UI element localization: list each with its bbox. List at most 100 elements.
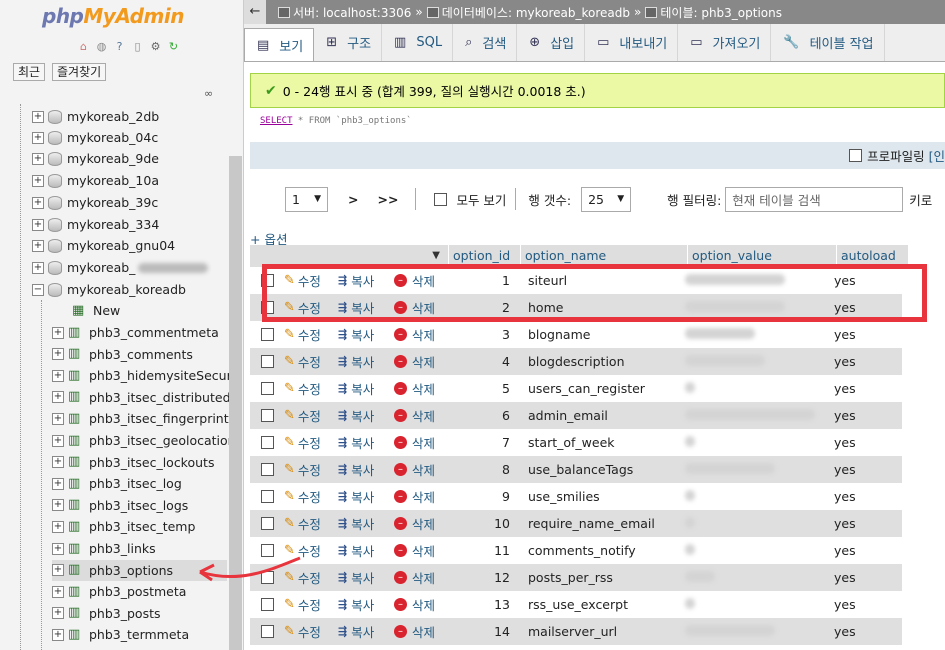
expand-icon[interactable]: +: [52, 326, 64, 339]
copy-link[interactable]: ⇶ 복사: [338, 325, 394, 344]
collapse-icon[interactable]: −: [32, 283, 44, 296]
delete-link[interactable]: – 삭제: [394, 352, 449, 371]
delete-link[interactable]: – 삭제: [394, 406, 449, 425]
cell-autoload[interactable]: yes: [830, 408, 902, 423]
tab-5[interactable]: ▭ 내보내기: [585, 24, 679, 61]
sql-keyword-link[interactable]: SELECT: [260, 116, 293, 126]
tree-database-0[interactable]: + mykoreab_2db: [32, 106, 159, 127]
next-page-button[interactable]: >: [348, 192, 358, 207]
tree-database-3[interactable]: + mykoreab_10a: [32, 170, 159, 191]
edit-link[interactable]: ✎ 수정: [284, 568, 338, 587]
row-checkbox[interactable]: [260, 328, 274, 341]
row-checkbox[interactable]: [260, 382, 274, 395]
row-checkbox[interactable]: [260, 625, 274, 638]
favorites-button[interactable]: 즐겨찾기: [52, 63, 107, 81]
logout-icon[interactable]: ◍: [94, 39, 109, 54]
cell-option-name[interactable]: use_balanceTags: [514, 462, 681, 477]
cell-option-value[interactable]: [681, 354, 830, 369]
expand-icon[interactable]: +: [52, 520, 64, 533]
edit-link[interactable]: ✎ 수정: [284, 541, 338, 560]
copy-link[interactable]: ⇶ 복사: [338, 622, 394, 641]
edit-link[interactable]: ✎ 수정: [284, 325, 338, 344]
row-checkbox[interactable]: [260, 463, 274, 476]
tree-database-7[interactable]: + mykoreab_: [32, 257, 209, 278]
cell-option-id[interactable]: 4: [449, 354, 514, 369]
expand-icon[interactable]: +: [52, 391, 64, 404]
docs-icon[interactable]: ▯: [130, 39, 145, 54]
back-arrow-icon[interactable]: ←: [244, 0, 266, 24]
expand-icon[interactable]: +: [52, 628, 64, 641]
cell-option-id[interactable]: 14: [449, 624, 514, 639]
page-select[interactable]: 1 ▼: [285, 186, 328, 212]
sidebar-scrollbar[interactable]: [229, 156, 242, 650]
tree-new-table[interactable]: ▦ New: [72, 300, 120, 321]
cell-option-name[interactable]: blogdescription: [514, 354, 681, 369]
expand-icon[interactable]: +: [52, 348, 64, 361]
tree-table-phb3_posts[interactable]: + ▥ phb3_posts: [52, 603, 161, 624]
cell-option-name[interactable]: comments_notify: [514, 543, 681, 558]
expand-icon[interactable]: +: [32, 239, 44, 252]
profiling-checkbox[interactable]: [849, 149, 863, 162]
expand-icon[interactable]: +: [52, 477, 64, 490]
expand-icon[interactable]: +: [32, 196, 44, 209]
filter-input[interactable]: 현재 테이블 검색: [725, 186, 904, 212]
edit-link[interactable]: ✎ 수정: [284, 379, 338, 398]
copy-link[interactable]: ⇶ 복사: [338, 541, 394, 560]
tab-7[interactable]: 🔧 테이블 작업: [771, 24, 885, 61]
row-checkbox[interactable]: [260, 544, 274, 557]
help-icon[interactable]: ?: [112, 39, 127, 54]
tree-table-phb3_itsec_fingerprints[interactable]: + ▥ phb3_itsec_fingerprints: [52, 408, 235, 429]
copy-link[interactable]: ⇶ 복사: [338, 487, 394, 506]
expand-icon[interactable]: +: [32, 110, 44, 123]
cell-option-value[interactable]: [681, 516, 830, 531]
cell-option-value[interactable]: [681, 489, 830, 504]
edit-link[interactable]: ✎ 수정: [284, 433, 338, 452]
expand-icon[interactable]: +: [52, 369, 64, 382]
cell-autoload[interactable]: yes: [830, 624, 902, 639]
delete-link[interactable]: – 삭제: [394, 325, 449, 344]
cell-option-id[interactable]: 9: [449, 489, 514, 504]
row-checkbox[interactable]: [260, 355, 274, 368]
cell-option-name[interactable]: start_of_week: [514, 435, 681, 450]
show-all-checkbox[interactable]: [434, 192, 448, 206]
copy-link[interactable]: ⇶ 복사: [338, 433, 394, 452]
delete-link[interactable]: – 삭제: [394, 487, 449, 506]
cell-option-id[interactable]: 13: [449, 597, 514, 612]
cell-autoload[interactable]: yes: [830, 435, 902, 450]
cell-option-id[interactable]: 7: [449, 435, 514, 450]
cell-option-value[interactable]: [681, 543, 830, 558]
copy-link[interactable]: ⇶ 복사: [338, 352, 394, 371]
tree-database-8[interactable]: − mykoreab_koreadb: [32, 279, 186, 300]
delete-link[interactable]: – 삭제: [394, 379, 449, 398]
gear-icon[interactable]: ⚙: [148, 39, 163, 54]
tree-table-phb3_comments[interactable]: + ▥ phb3_comments: [52, 344, 193, 365]
expand-icon[interactable]: +: [52, 607, 64, 620]
cell-option-name[interactable]: users_can_register: [514, 381, 681, 396]
edit-link[interactable]: ✎ 수정: [284, 514, 338, 533]
delete-link[interactable]: – 삭제: [394, 595, 449, 614]
phpmyadmin-logo[interactable]: phpMyAdmin: [42, 4, 184, 28]
cell-option-id[interactable]: 8: [449, 462, 514, 477]
tree-table-phb3_itsec_geolocation[interactable]: + ▥ phb3_itsec_geolocation: [52, 430, 236, 451]
copy-link[interactable]: ⇶ 복사: [338, 568, 394, 587]
delete-link[interactable]: – 삭제: [394, 622, 449, 641]
cell-option-name[interactable]: require_name_email: [514, 516, 681, 531]
row-checkbox[interactable]: [260, 490, 274, 503]
cell-option-name[interactable]: blogname: [514, 327, 681, 342]
cell-autoload[interactable]: yes: [830, 570, 902, 585]
tree-database-6[interactable]: + mykoreab_gnu04: [32, 235, 175, 256]
row-checkbox[interactable]: [260, 571, 274, 584]
cell-option-value[interactable]: [681, 327, 830, 342]
cell-autoload[interactable]: yes: [830, 327, 902, 342]
tree-table-phb3_commentmeta[interactable]: + ▥ phb3_commentmeta: [52, 322, 219, 343]
tree-database-1[interactable]: + mykoreab_04c: [32, 127, 158, 148]
delete-link[interactable]: – 삭제: [394, 568, 449, 587]
tree-table-phb3_itsec_logs[interactable]: + ▥ phb3_itsec_logs: [52, 495, 188, 516]
home-icon[interactable]: ⌂: [76, 39, 91, 54]
delete-link[interactable]: – 삭제: [394, 433, 449, 452]
tree-table-phb3_termmeta[interactable]: + ▥ phb3_termmeta: [52, 624, 189, 645]
copy-link[interactable]: ⇶ 복사: [338, 379, 394, 398]
cell-option-id[interactable]: 5: [449, 381, 514, 396]
row-checkbox[interactable]: [260, 436, 274, 449]
cell-option-name[interactable]: admin_email: [514, 408, 681, 423]
